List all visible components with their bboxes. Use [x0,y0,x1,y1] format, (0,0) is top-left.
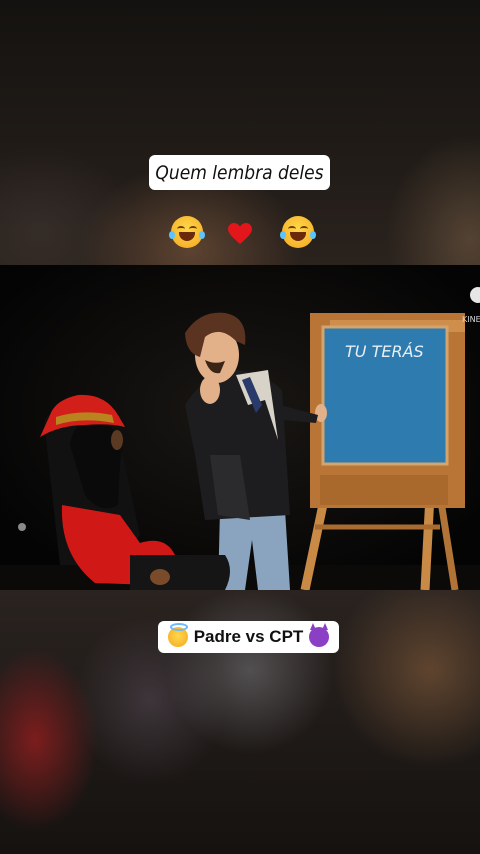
bottom-caption: Padre vs CPT [158,621,339,653]
angel-emoji-icon [167,623,188,647]
heart-icon [228,223,252,244]
top-caption: Quem lembra deles [149,155,330,190]
devil-emoji-icon [309,623,330,647]
video-scene: TU TERÁS KINE [0,265,480,590]
laughing-emoji-icon [280,216,316,248]
chalkboard-text: TU TERÁS [345,342,424,361]
watermark-text: KINE [462,315,480,324]
laughing-emoji-icon [169,216,205,248]
bottom-caption-text: Padre vs CPT [193,627,304,646]
top-caption-text: Quem lembra deles [155,161,324,184]
video-frame[interactable]: TU TERÁS KINE [0,265,480,590]
